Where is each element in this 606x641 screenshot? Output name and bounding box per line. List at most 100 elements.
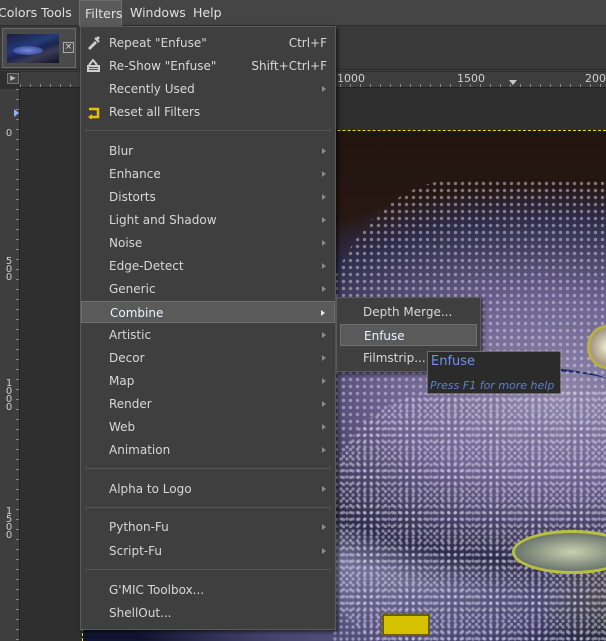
menu-item-decor[interactable]: Decor <box>81 347 335 369</box>
submenu-arrow-icon <box>322 447 326 453</box>
menu-item-shortcut: Shift+Ctrl+F <box>251 59 327 73</box>
vertical-ruler[interactable] <box>0 89 20 641</box>
menu-item-enfuse[interactable]: Enfuse <box>340 324 477 346</box>
menu-item-label: Animation <box>109 443 171 457</box>
ruler-label: 1 0 0 0 <box>5 378 13 413</box>
menu-item-light-and-shadow[interactable]: Light and Shadow <box>81 209 335 231</box>
menu-item-artistic[interactable]: Artistic <box>81 324 335 346</box>
menu-item-gmic-toolbox[interactable]: G'MIC Toolbox... <box>81 579 335 601</box>
menu-item-generic[interactable]: Generic <box>81 278 335 300</box>
submenu-arrow-icon <box>322 524 326 530</box>
menu-item-label: Web <box>109 420 136 434</box>
menu-separator <box>85 468 331 469</box>
tooltip: Enfuse Press F1 for more help <box>427 351 561 394</box>
submenu-arrow-icon <box>322 548 326 554</box>
menu-item-reshow-filter[interactable]: Re-Show "Enfuse" Shift+Ctrl+F <box>81 55 335 77</box>
menu-colors[interactable]: Colors <box>0 0 37 26</box>
menu-item-label: Python-Fu <box>109 520 169 534</box>
building-facade <box>332 390 606 641</box>
ruler-label: 5 0 0 <box>5 256 13 283</box>
menu-item-label: Edge-Detect <box>109 259 184 273</box>
tooltip-title: Enfuse <box>431 354 476 369</box>
menu-item-noise[interactable]: Noise <box>81 232 335 254</box>
menu-item-label: Re-Show "Enfuse" <box>109 59 217 73</box>
menu-item-blur[interactable]: Blur <box>81 140 335 162</box>
menu-item-label: Combine <box>110 306 164 320</box>
menu-separator <box>85 569 331 570</box>
ruler-label: 1 5 0 0 <box>5 506 13 541</box>
submenu-arrow-icon <box>322 355 326 361</box>
submenu-arrow-icon <box>322 263 326 269</box>
ruler-label: 0 <box>5 128 13 139</box>
menu-item-label: Filmstrip... <box>363 351 426 365</box>
menu-item-label: Render <box>109 397 152 411</box>
menu-item-label: G'MIC Toolbox... <box>109 583 205 597</box>
submenu-arrow-icon <box>322 286 326 292</box>
menu-item-edge-detect[interactable]: Edge-Detect <box>81 255 335 277</box>
submenu-arrow-icon <box>322 424 326 430</box>
filters-menu: Repeat "Enfuse" Ctrl+F Re-Show "Enfuse" … <box>80 26 336 630</box>
submenu-arrow-icon <box>322 171 326 177</box>
submenu-arrow-icon <box>322 486 326 492</box>
menu-item-alpha-to-logo[interactable]: Alpha to Logo <box>81 478 335 500</box>
menu-item-label: Repeat "Enfuse" <box>109 36 207 50</box>
menu-item-label: Map <box>109 374 135 388</box>
menu-item-combine[interactable]: Combine <box>81 301 335 323</box>
menu-item-depth-merge[interactable]: Depth Merge... <box>337 301 480 323</box>
menu-item-label: Script-Fu <box>109 544 162 558</box>
menu-item-distorts[interactable]: Distorts <box>81 186 335 208</box>
menu-filters[interactable]: Filters <box>79 0 122 26</box>
street-sign <box>382 614 430 636</box>
menu-windows[interactable]: Windows <box>130 0 186 26</box>
image-thumbnail <box>7 34 59 63</box>
submenu-arrow-icon <box>322 217 326 223</box>
repeat-filter-icon <box>88 36 100 50</box>
menu-item-python-fu[interactable]: Python-Fu <box>81 516 335 538</box>
menu-separator <box>85 130 331 131</box>
menu-tools[interactable]: Tools <box>41 0 73 26</box>
submenu-arrow-icon <box>322 332 326 338</box>
ruler-pointer-marker <box>509 80 517 85</box>
menu-item-label: Alpha to Logo <box>109 482 192 496</box>
submenu-arrow-icon <box>321 310 325 316</box>
menu-item-label: Noise <box>109 236 143 250</box>
menu-item-label: Enfuse <box>364 329 405 343</box>
submenu-arrow-icon <box>322 378 326 384</box>
menu-item-label: Artistic <box>109 328 152 342</box>
submenu-arrow-icon <box>322 240 326 246</box>
menu-item-label: Recently Used <box>109 82 195 96</box>
menu-item-label: Generic <box>109 282 156 296</box>
submenu-arrow-icon <box>322 86 326 92</box>
menu-item-label: ShellOut... <box>109 606 172 620</box>
ruler-label: 200 <box>585 72 606 85</box>
menu-item-reset-filters[interactable]: Reset all Filters <box>81 101 335 123</box>
submenu-arrow-icon <box>322 401 326 407</box>
menu-item-web[interactable]: Web <box>81 416 335 438</box>
image-tab[interactable]: × <box>2 28 76 68</box>
menu-item-label: Blur <box>109 144 134 158</box>
menu-item-label: Depth Merge... <box>363 305 453 319</box>
close-icon[interactable]: × <box>63 42 74 53</box>
ruler-label: 1000 <box>337 72 365 85</box>
menu-item-label: Reset all Filters <box>109 105 201 119</box>
quick-mask-toggle-icon[interactable]: ▶ <box>7 73 19 84</box>
submenu-arrow-icon <box>322 194 326 200</box>
ruler-pointer-marker <box>14 109 19 117</box>
menu-item-map[interactable]: Map <box>81 370 335 392</box>
menu-item-shellout[interactable]: ShellOut... <box>81 602 335 624</box>
menu-item-render[interactable]: Render <box>81 393 335 415</box>
menu-item-recently-used[interactable]: Recently Used <box>81 78 335 100</box>
submenu-arrow-icon <box>322 148 326 154</box>
reshow-filter-icon <box>87 59 100 72</box>
menu-item-repeat-filter[interactable]: Repeat "Enfuse" Ctrl+F <box>81 32 335 54</box>
menu-item-enhance[interactable]: Enhance <box>81 163 335 185</box>
menu-help[interactable]: Help <box>193 0 223 26</box>
menu-item-label: Enhance <box>109 167 161 181</box>
menu-item-script-fu[interactable]: Script-Fu <box>81 540 335 562</box>
ruler-label: 1500 <box>457 72 485 85</box>
menu-item-animation[interactable]: Animation <box>81 439 335 461</box>
menu-item-label: Light and Shadow <box>109 213 217 227</box>
menubar: Colors Tools Filters Windows Help <box>0 0 606 26</box>
menu-separator <box>85 507 331 508</box>
tooltip-help-text: Press F1 for more help <box>430 379 555 392</box>
